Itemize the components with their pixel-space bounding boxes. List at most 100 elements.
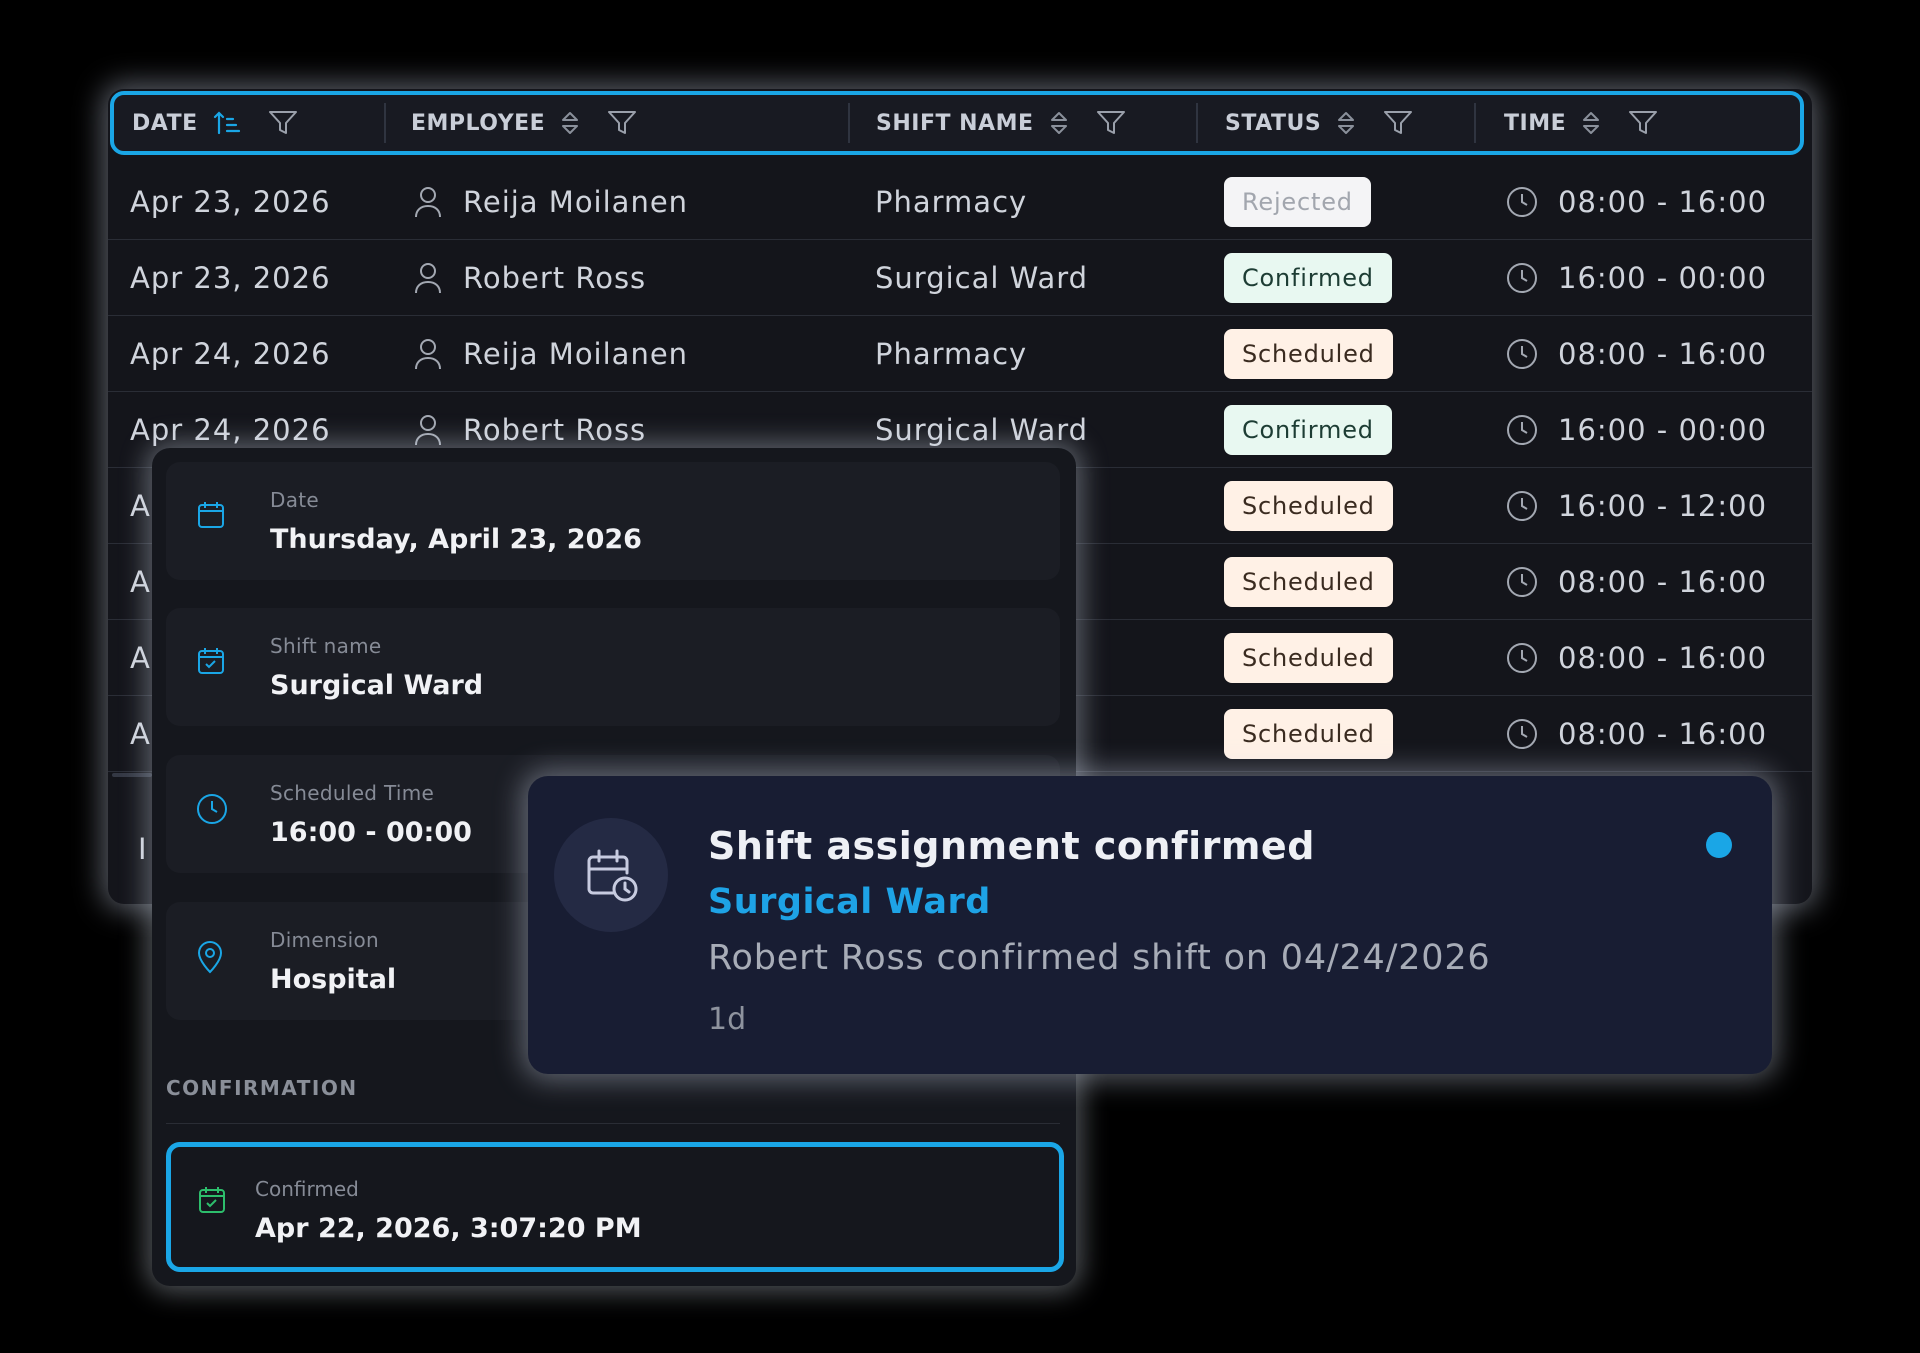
filter-icon[interactable] — [268, 109, 298, 137]
shift-cell: Pharmacy — [875, 184, 1028, 219]
notification-age: 1d — [708, 1002, 747, 1037]
column-header-employee[interactable]: EMPLOYEE — [411, 95, 637, 151]
employee-name: Reija Moilanen — [463, 336, 689, 371]
table-row[interactable]: Apr 23, 2026 Reija Moilanen Pharmacy Rej… — [108, 164, 1812, 240]
column-label-status: STATUS — [1225, 110, 1322, 136]
clock-icon — [1506, 262, 1538, 294]
column-label-employee: EMPLOYEE — [411, 110, 546, 136]
date-cell: Apr 24, 2026 — [130, 336, 331, 371]
filter-icon[interactable] — [1096, 109, 1126, 137]
column-header-date[interactable]: DATE — [132, 95, 298, 151]
unread-indicator — [1706, 832, 1732, 858]
table-header: DATE EMPLOYEE SHIFT NAME STATUS TIME — [110, 91, 1804, 155]
calendar-check-icon — [197, 1185, 227, 1215]
column-header-time[interactable]: TIME — [1504, 95, 1658, 151]
status-badge: Scheduled — [1224, 709, 1393, 759]
calendar-check-icon — [196, 646, 226, 676]
detail-value: Apr 22, 2026, 3:07:20 PM — [255, 1213, 642, 1244]
employee-name: Reija Moilanen — [463, 184, 689, 219]
notification-card[interactable]: Shift assignment confirmed Surgical Ward… — [528, 776, 1772, 1074]
time-cell: 08:00 - 16:00 — [1506, 316, 1767, 391]
column-header-status[interactable]: STATUS — [1225, 95, 1413, 151]
employee-cell: Reija Moilanen — [413, 316, 688, 391]
detail-value: 16:00 - 00:00 — [270, 817, 472, 848]
detail-value: Surgical Ward — [270, 670, 484, 701]
time-cell: 08:00 - 16:00 — [1506, 164, 1767, 239]
section-title: CONFIRMATION — [166, 1076, 358, 1100]
sort-icon[interactable] — [1335, 110, 1357, 136]
date-cell: A — [130, 716, 151, 751]
confirmation-card[interactable]: Confirmed Apr 22, 2026, 3:07:20 PM — [166, 1142, 1064, 1272]
filter-icon[interactable] — [1628, 109, 1658, 137]
clock-icon — [1506, 642, 1538, 674]
time-cell: 16:00 - 00:00 — [1506, 392, 1767, 467]
sort-ascending-icon[interactable] — [212, 110, 242, 136]
table-row[interactable]: Apr 23, 2026 Robert Ross Surgical Ward C… — [108, 240, 1812, 316]
notification-avatar — [554, 818, 668, 932]
time-range: 16:00 - 00:00 — [1558, 412, 1768, 447]
employee-cell: Reija Moilanen — [413, 164, 688, 239]
clock-icon — [1506, 490, 1538, 522]
person-icon — [413, 261, 443, 295]
filter-icon[interactable] — [1383, 109, 1413, 137]
date-cell: A — [130, 488, 151, 523]
status-badge: Scheduled — [1224, 557, 1393, 607]
column-label-shift-name: SHIFT NAME — [876, 110, 1034, 136]
person-icon — [413, 185, 443, 219]
clock-icon — [1506, 338, 1538, 370]
detail-label: Date — [270, 488, 320, 512]
detail-label: Shift name — [270, 634, 382, 658]
clock-icon — [196, 793, 228, 825]
time-range: 08:00 - 16:00 — [1558, 716, 1768, 751]
table-row[interactable]: Apr 24, 2026 Reija Moilanen Pharmacy Sch… — [108, 316, 1812, 392]
notification-link[interactable]: Surgical Ward — [708, 882, 991, 922]
time-range: 08:00 - 16:00 — [1558, 184, 1768, 219]
detail-value: Hospital — [270, 964, 397, 995]
date-cell: A — [130, 564, 151, 599]
column-label-date: DATE — [132, 110, 198, 136]
employee-cell: Robert Ross — [413, 240, 646, 315]
sort-icon[interactable] — [559, 110, 581, 136]
shift-cell: Pharmacy — [875, 336, 1028, 371]
detail-label: Dimension — [270, 928, 380, 952]
horizontal-scrollbar[interactable] — [112, 773, 152, 777]
time-range: 16:00 - 12:00 — [1558, 488, 1768, 523]
detail-label: Scheduled Time — [270, 781, 435, 805]
column-separator[interactable] — [384, 103, 386, 143]
status-badge: Rejected — [1224, 177, 1371, 227]
column-separator[interactable] — [1474, 103, 1476, 143]
notification-message: Robert Ross confirmed shift on 04/24/202… — [708, 938, 1491, 978]
filter-icon[interactable] — [607, 109, 637, 137]
time-range: 16:00 - 00:00 — [1558, 260, 1768, 295]
date-cell: Apr 23, 2026 — [130, 260, 331, 295]
location-pin-icon — [196, 940, 224, 974]
person-icon — [413, 337, 443, 371]
time-range: 08:00 - 16:00 — [1558, 336, 1768, 371]
sort-icon[interactable] — [1048, 110, 1070, 136]
calendar-icon — [196, 500, 226, 530]
time-cell: 08:00 - 16:00 — [1506, 620, 1767, 695]
time-cell: 08:00 - 16:00 — [1506, 544, 1767, 619]
column-separator[interactable] — [1196, 103, 1198, 143]
pagination-fragment: I — [138, 831, 148, 866]
detail-date: Date Thursday, April 23, 2026 — [166, 462, 1060, 580]
column-header-shift-name[interactable]: SHIFT NAME — [876, 95, 1126, 151]
sort-icon[interactable] — [1580, 110, 1602, 136]
time-range: 08:00 - 16:00 — [1558, 564, 1768, 599]
clock-icon — [1506, 414, 1538, 446]
time-cell: 16:00 - 12:00 — [1506, 468, 1767, 543]
clock-icon — [1506, 186, 1538, 218]
employee-name: Robert Ross — [463, 260, 647, 295]
column-separator[interactable] — [848, 103, 850, 143]
calendar-clock-icon — [581, 845, 641, 905]
status-badge: Confirmed — [1224, 405, 1392, 455]
status-badge: Scheduled — [1224, 633, 1393, 683]
clock-icon — [1506, 718, 1538, 750]
status-badge: Scheduled — [1224, 481, 1393, 531]
detail-shift-name: Shift name Surgical Ward — [166, 608, 1060, 726]
status-badge: Confirmed — [1224, 253, 1392, 303]
time-cell: 16:00 - 00:00 — [1506, 240, 1767, 315]
time-cell: 08:00 - 16:00 — [1506, 696, 1767, 771]
employee-name: Robert Ross — [463, 412, 647, 447]
shift-cell: Surgical Ward — [875, 260, 1089, 295]
